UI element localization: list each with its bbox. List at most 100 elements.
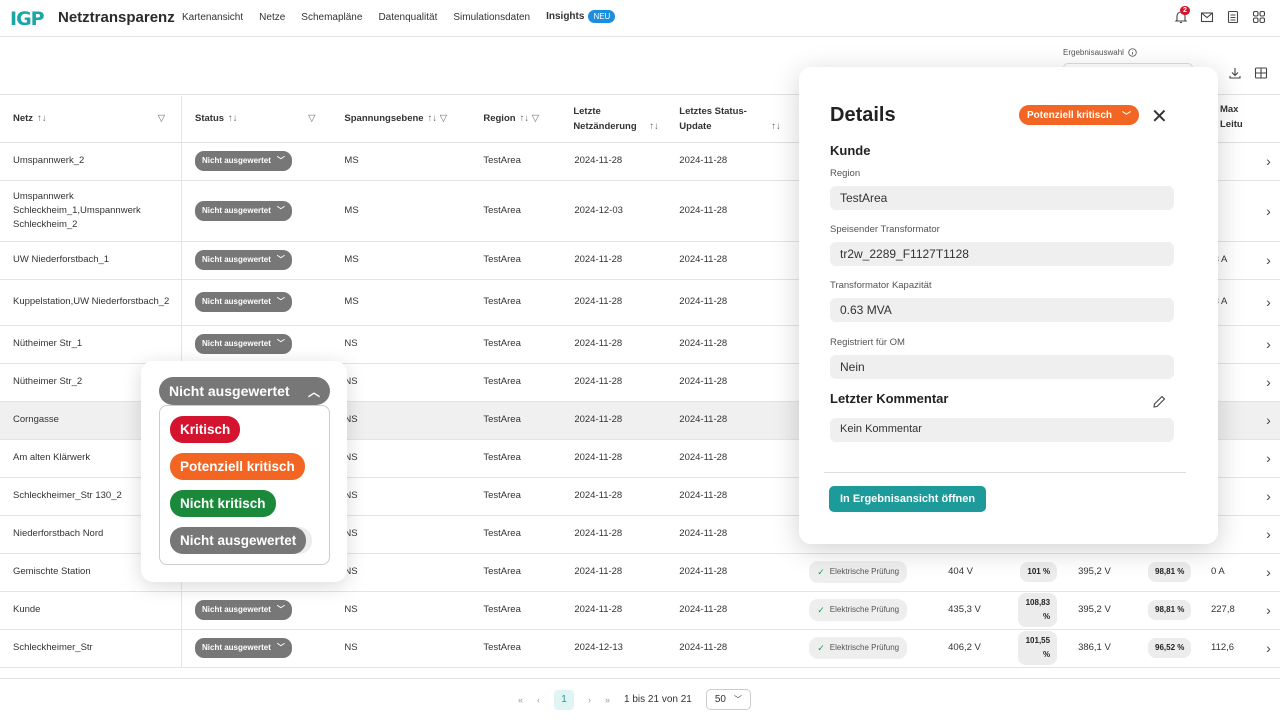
col-header-spannungsebene[interactable]: Spannungsebene ↑↓ ▽ bbox=[331, 96, 471, 143]
cell-region: TestArea bbox=[470, 553, 562, 592]
close-icon[interactable]: ✕ bbox=[1151, 104, 1168, 129]
next-page-button[interactable]: › bbox=[588, 695, 591, 705]
download-icon[interactable] bbox=[1228, 66, 1242, 80]
chevron-right-icon[interactable]: › bbox=[1243, 401, 1280, 440]
col-header-status-update-label: Letztes Status-Update bbox=[679, 105, 747, 132]
columns-icon[interactable] bbox=[1254, 66, 1268, 80]
apps-grid-icon[interactable] bbox=[1252, 10, 1266, 24]
status-pill[interactable]: Nicht ausgewertet ﹀ bbox=[195, 638, 292, 658]
cell-netzaenderung: 2024-11-28 bbox=[561, 325, 667, 364]
prev-page-button[interactable]: ‹ bbox=[537, 695, 540, 705]
status-pill[interactable]: Nicht ausgewertet ﹀ bbox=[195, 600, 292, 620]
info-icon[interactable] bbox=[1128, 48, 1137, 57]
filter-icon[interactable]: ▽ bbox=[308, 113, 315, 124]
details-status-label: Potenziell kritisch bbox=[1027, 109, 1113, 121]
cell-netz: Nütheimer Str_1 bbox=[0, 325, 182, 364]
status-option-potenziell-kritisch[interactable]: Potenziell kritisch bbox=[170, 453, 305, 480]
check-circle-icon: ✓ bbox=[817, 567, 825, 577]
cell-status-update: 2024-11-28 bbox=[666, 591, 797, 630]
details-status-dropdown[interactable]: Potenziell kritisch ﹀ bbox=[1019, 105, 1140, 125]
nav-simulationsdaten[interactable]: Simulationsdaten bbox=[453, 12, 530, 23]
chevron-right-icon[interactable]: › bbox=[1243, 439, 1280, 478]
details-section-title: Kunde bbox=[830, 143, 871, 158]
chevron-right-icon[interactable]: › bbox=[1243, 363, 1280, 402]
cell-region: TestArea bbox=[470, 515, 562, 554]
status-option-nicht-ausgewertet[interactable]: Nicht ausgewertet bbox=[170, 527, 307, 554]
cell-netzaenderung: 2024-11-28 bbox=[561, 439, 667, 478]
page-size-select[interactable]: 50 ﹀ bbox=[705, 689, 751, 710]
cell-region: TestArea bbox=[470, 439, 562, 478]
status-pill[interactable]: Nicht ausgewertet ﹀ bbox=[195, 292, 292, 312]
netz-name: Umspannwerk Schleckheim_1,Umspannwerk Sc… bbox=[13, 190, 141, 230]
table-row[interactable]: Kunde Nicht ausgewertet ﹀ NS TestArea 202… bbox=[0, 591, 1280, 630]
sort-icon[interactable]: ↑↓ bbox=[771, 121, 781, 132]
mail-icon[interactable] bbox=[1200, 10, 1214, 24]
chevron-right-icon[interactable]: › bbox=[1243, 325, 1280, 364]
nav-schemaplaene[interactable]: Schemapläne bbox=[301, 12, 362, 23]
field-label-region: Region bbox=[830, 168, 861, 179]
logo[interactable]: IGP bbox=[10, 8, 45, 30]
col-header-netz[interactable]: Netz ↑↓ ▽ bbox=[0, 96, 182, 143]
col-header-region[interactable]: Region ↑↓ ▽ bbox=[470, 96, 562, 143]
nav-kartenansicht[interactable]: Kartenansicht bbox=[182, 12, 243, 23]
cell-v2: 395,2 V bbox=[1063, 553, 1136, 592]
chevron-right-icon[interactable]: › bbox=[1243, 477, 1280, 516]
nav-netze[interactable]: Netze bbox=[259, 12, 285, 23]
document-icon[interactable] bbox=[1226, 10, 1240, 24]
col-header-region-label: Region bbox=[483, 113, 516, 125]
cell-max-leitung: 0 A bbox=[1197, 553, 1244, 592]
col-header-letztes-status-update[interactable]: Letztes Status-Update ↑↓ bbox=[666, 96, 797, 143]
filter-icon[interactable]: ▽ bbox=[158, 113, 165, 124]
status-pill[interactable]: Nicht ausgewertet ﹀ bbox=[195, 250, 292, 270]
cell-v2: 395,2 V bbox=[1063, 591, 1136, 630]
col-header-letzte-netzaenderung[interactable]: Letzte Netzänderung ↑↓ bbox=[561, 96, 667, 143]
chevron-down-icon: ﹀ bbox=[276, 643, 285, 652]
nav-insights[interactable]: Insights NEU bbox=[546, 10, 616, 23]
cell-spannungsebene: NS bbox=[331, 553, 471, 592]
first-page-button[interactable]: « bbox=[518, 695, 523, 705]
nav-datenqualitaet[interactable]: Datenqualität bbox=[378, 12, 437, 23]
col-header-status[interactable]: Status ↑↓ ▽ bbox=[181, 96, 332, 143]
cell-netz: UW Niederforstbach_1 bbox=[0, 241, 182, 280]
status-pill-label: Nicht ausgewertet bbox=[202, 156, 271, 165]
netz-name: Schleckheimer_Str bbox=[13, 642, 93, 653]
chevron-right-icon[interactable]: › bbox=[1243, 553, 1280, 592]
chevron-right-icon[interactable]: › bbox=[1243, 515, 1280, 554]
sort-icon[interactable]: ↑↓ bbox=[37, 113, 47, 124]
status-option-nicht-kritisch[interactable]: Nicht kritisch bbox=[170, 490, 276, 517]
current-page[interactable]: 1 bbox=[554, 689, 575, 710]
pencil-icon[interactable] bbox=[1152, 394, 1167, 412]
cell-p2: 96,52 % bbox=[1135, 629, 1198, 668]
check-badge: ✓ Elektrische Prüfung bbox=[809, 637, 908, 659]
cell-v2: 386,1 V bbox=[1063, 629, 1136, 668]
filter-icon[interactable]: ▽ bbox=[532, 113, 539, 124]
cell-status-update: 2024-11-28 bbox=[666, 439, 797, 478]
chevron-right-icon[interactable]: › bbox=[1243, 279, 1280, 326]
open-result-view-button[interactable]: In Ergebnisansicht öffnen bbox=[829, 486, 987, 512]
netz-name: Kuppelstation,UW Niederforstbach_2 bbox=[13, 296, 170, 307]
chevron-right-icon[interactable]: › bbox=[1243, 142, 1280, 181]
status-dropdown-trigger[interactable]: Nicht ausgewertet ︿ bbox=[159, 377, 330, 405]
chevron-right-icon[interactable]: › bbox=[1243, 241, 1280, 280]
filter-icon[interactable]: ▽ bbox=[440, 113, 447, 124]
status-pill[interactable]: Nicht ausgewertet ﹀ bbox=[195, 334, 292, 354]
status-pill[interactable]: Nicht ausgewertet ﹀ bbox=[195, 151, 292, 171]
sort-icon[interactable]: ↑↓ bbox=[649, 121, 659, 132]
status-option-kritisch[interactable]: Kritisch bbox=[170, 416, 241, 443]
table-row[interactable]: Schleckheimer_Str Nicht ausgewertet ﹀ NS … bbox=[0, 629, 1280, 668]
chevron-right-icon[interactable]: › bbox=[1243, 180, 1280, 242]
bell-icon[interactable]: 2 bbox=[1174, 6, 1190, 24]
status-pill-label: Nicht ausgewertet bbox=[202, 605, 271, 614]
col-header-status-label: Status bbox=[195, 113, 225, 125]
col-header-netz-label: Netz bbox=[13, 113, 34, 125]
chevron-right-icon[interactable]: › bbox=[1243, 591, 1280, 630]
chevron-down-icon: ﹀ bbox=[276, 156, 285, 165]
cell-netz: Kunde bbox=[0, 591, 182, 630]
sort-icon[interactable]: ↑↓ bbox=[520, 113, 530, 124]
last-page-button[interactable]: » bbox=[605, 695, 610, 705]
chevron-right-icon[interactable]: › bbox=[1243, 629, 1280, 668]
sort-icon[interactable]: ↑↓ bbox=[428, 113, 438, 124]
cell-status: Nicht ausgewertet ﹀ bbox=[181, 325, 332, 364]
sort-icon[interactable]: ↑↓ bbox=[228, 113, 238, 124]
status-pill[interactable]: Nicht ausgewertet ﹀ bbox=[195, 200, 292, 221]
